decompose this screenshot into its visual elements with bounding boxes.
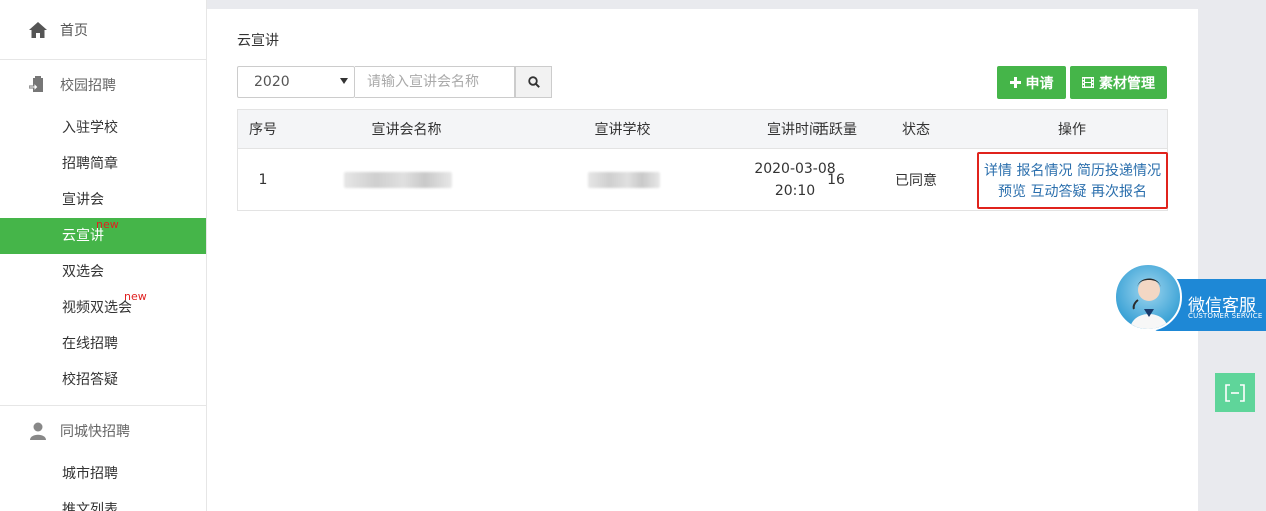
table-row: 1 2020-03-08 20:10 16 已同意 详情 报名情况 简历投递情况 xyxy=(238,149,1168,210)
search-icon xyxy=(527,76,540,88)
material-manage-label: 素材管理 xyxy=(1099,75,1155,92)
sidebar-item-label: 入驻学校 xyxy=(62,120,118,136)
resignup-link[interactable]: 再次报名 xyxy=(1091,184,1147,200)
header-status: 状态 xyxy=(902,122,930,138)
sidebar-group-campus[interactable]: 校园招聘 xyxy=(0,60,206,110)
apply-button[interactable]: 申请 xyxy=(997,66,1066,99)
home-icon xyxy=(28,20,48,40)
sidebar-item-online[interactable]: 在线招聘 xyxy=(0,326,206,362)
table-header: 序号 宣讲会名称 宣讲学校 宣讲时间 活跃量 状态 操作 xyxy=(238,110,1167,149)
ops-highlight-box: 详情 报名情况 简历投递情况 预览 互动答疑 再次报名 xyxy=(977,152,1168,209)
sidebar-group-city[interactable]: 同城快招聘 xyxy=(0,406,206,456)
header-name: 宣讲会名称 xyxy=(371,122,442,138)
row-no: 1 xyxy=(258,171,268,188)
user-icon xyxy=(28,421,48,441)
service-agent-avatar xyxy=(1114,263,1182,331)
sidebar-item-cloud-talk[interactable]: 云宣讲 new xyxy=(0,218,206,254)
caret-down-icon xyxy=(340,78,348,84)
sidebar-item-home[interactable]: 首页 xyxy=(0,0,206,60)
row-active: 16 xyxy=(827,171,845,188)
sidebar-item-label: 校招答疑 xyxy=(62,372,118,388)
sidebar-item-brochure[interactable]: 招聘简章 xyxy=(0,146,206,182)
header-school: 宣讲学校 xyxy=(594,122,651,138)
talk-table: 序号 宣讲会名称 宣讲学校 宣讲时间 活跃量 状态 操作 1 2020-03-0… xyxy=(237,109,1168,211)
row-status: 已同意 xyxy=(895,172,937,189)
sidebar-item-school[interactable]: 入驻学校 xyxy=(0,110,206,146)
material-manage-button[interactable]: 素材管理 xyxy=(1070,66,1167,99)
sidebar-item-posts[interactable]: 推文列表 xyxy=(0,492,206,511)
sidebar-group-label: 同城快招聘 xyxy=(60,424,130,440)
header-active: 活跃量 xyxy=(815,122,857,138)
header-ops: 操作 xyxy=(1058,122,1086,138)
sidebar: 首页 校园招聘 入驻学校 招聘简章 宣讲会 云宣讲 new 双选会 视频双选会 … xyxy=(0,0,207,511)
row-name-redacted xyxy=(288,149,525,210)
ops-line-2: 预览 互动答疑 再次报名 xyxy=(979,181,1166,201)
new-badge: new xyxy=(124,290,147,303)
search-button[interactable] xyxy=(515,66,552,98)
campus-icon xyxy=(28,75,48,95)
sidebar-item-label: 双选会 xyxy=(62,264,104,280)
sidebar-item-city[interactable]: 城市招聘 xyxy=(0,456,206,492)
sidebar-item-qa[interactable]: 校招答疑 xyxy=(0,362,206,398)
header-no: 序号 xyxy=(249,122,277,138)
ops-line-1: 详情 报名情况 简历投递情况 xyxy=(979,160,1166,180)
collapse-icon xyxy=(1225,383,1245,402)
resume-status-link[interactable]: 简历投递情况 xyxy=(1077,163,1161,179)
collapse-button[interactable] xyxy=(1215,373,1255,412)
sidebar-item-talk[interactable]: 宣讲会 xyxy=(0,182,206,218)
sidebar-item-label: 视频双选会 xyxy=(62,300,132,316)
film-icon xyxy=(1082,77,1094,88)
year-select[interactable]: 2020 xyxy=(237,66,355,98)
sidebar-item-label: 在线招聘 xyxy=(62,336,118,352)
search-input[interactable]: 请输入宣讲会名称 xyxy=(355,66,515,98)
sidebar-item-label: 推文列表 xyxy=(62,502,118,511)
sidebar-item-label: 城市招聘 xyxy=(62,466,118,482)
signup-status-link[interactable]: 报名情况 xyxy=(1017,163,1073,179)
interactive-qa-link[interactable]: 互动答疑 xyxy=(1031,184,1087,200)
sidebar-item-label: 首页 xyxy=(60,22,88,39)
sidebar-item-video-fair[interactable]: 视频双选会 new xyxy=(0,290,206,326)
main-panel: 云宣讲 2020 请输入宣讲会名称 申请 素材管理 序号 宣讲会名称 宣讲学校 … xyxy=(207,9,1198,511)
apply-button-label: 申请 xyxy=(1025,75,1054,92)
sidebar-item-label: 招聘简章 xyxy=(62,156,118,172)
wechat-service-widget[interactable]: 微信客服 CUSTOMER SERVICE xyxy=(1114,263,1266,331)
plus-icon xyxy=(1009,77,1021,88)
detail-link[interactable]: 详情 xyxy=(984,163,1012,179)
new-badge: new xyxy=(96,218,119,231)
preview-link[interactable]: 预览 xyxy=(998,184,1026,200)
sidebar-item-label: 宣讲会 xyxy=(62,192,104,208)
sidebar-group-label: 校园招聘 xyxy=(60,78,116,94)
sidebar-item-fair[interactable]: 双选会 xyxy=(0,254,206,290)
wechat-service-subtitle: CUSTOMER SERVICE xyxy=(1188,312,1263,320)
year-select-value: 2020 xyxy=(254,74,290,90)
row-school-redacted xyxy=(525,149,720,210)
page-title: 云宣讲 xyxy=(237,33,279,49)
